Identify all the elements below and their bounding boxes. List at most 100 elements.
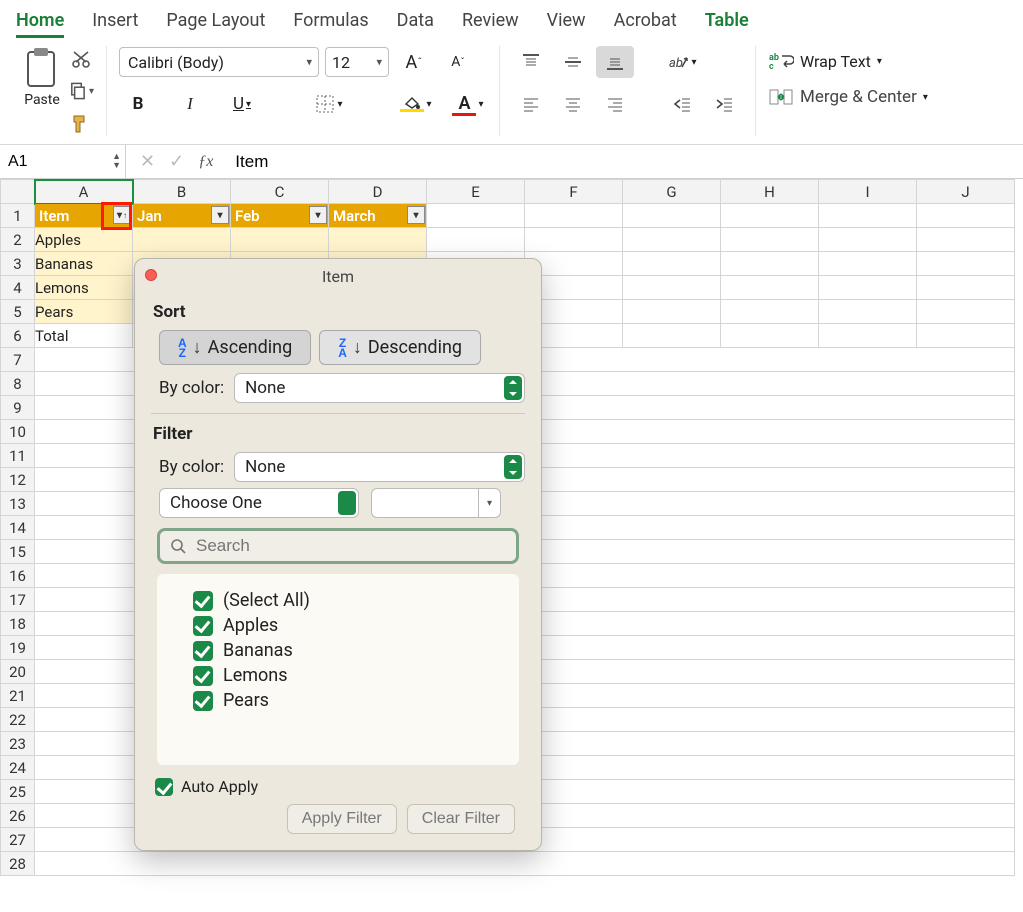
font-family-select[interactable]: Calibri (Body) ▾: [119, 47, 319, 77]
cell[interactable]: [721, 300, 819, 324]
align-right[interactable]: [596, 88, 634, 120]
filter-item[interactable]: Lemons: [193, 665, 509, 686]
sort-ascending-button[interactable]: AZ ↓ Ascending: [159, 330, 311, 365]
col-header-h[interactable]: H: [721, 180, 819, 204]
cell[interactable]: [819, 204, 917, 228]
col-header-f[interactable]: F: [525, 180, 623, 204]
row-header[interactable]: 2: [1, 228, 35, 252]
row-header[interactable]: 15: [1, 540, 35, 564]
cell[interactable]: [623, 324, 721, 348]
italic-button[interactable]: I: [171, 88, 209, 120]
apply-filter-button[interactable]: Apply Filter: [287, 804, 397, 834]
cell[interactable]: [721, 204, 819, 228]
filter-value-select[interactable]: ▾: [371, 488, 501, 518]
row-header[interactable]: 27: [1, 828, 35, 852]
row-header[interactable]: 24: [1, 756, 35, 780]
cell[interactable]: [623, 252, 721, 276]
cell[interactable]: [133, 228, 231, 252]
font-color-button[interactable]: A ▾: [449, 88, 487, 120]
tab-page-layout[interactable]: Page Layout: [166, 6, 265, 38]
cell[interactable]: [623, 204, 721, 228]
fx-icon[interactable]: ƒx: [198, 153, 213, 171]
row-header[interactable]: 26: [1, 804, 35, 828]
col-header-a[interactable]: A: [35, 180, 133, 204]
sort-by-color-select[interactable]: None: [234, 373, 525, 403]
col-header-g[interactable]: G: [623, 180, 721, 204]
filter-search[interactable]: [157, 528, 519, 564]
checkbox-icon[interactable]: [155, 778, 173, 796]
align-left[interactable]: [512, 88, 550, 120]
sort-descending-button[interactable]: ZA ↓ Descending: [319, 330, 481, 365]
cell[interactable]: [525, 228, 623, 252]
increase-indent[interactable]: [705, 88, 743, 120]
tab-insert[interactable]: Insert: [92, 6, 138, 38]
row-header[interactable]: 11: [1, 444, 35, 468]
tab-formulas[interactable]: Formulas: [293, 6, 368, 38]
cell[interactable]: [623, 228, 721, 252]
bold-button[interactable]: B: [119, 88, 157, 120]
row-header[interactable]: 5: [1, 300, 35, 324]
cut-icon[interactable]: [68, 46, 94, 72]
row-header[interactable]: 13: [1, 492, 35, 516]
cell[interactable]: [721, 252, 819, 276]
paste-button[interactable]: Paste: [22, 46, 62, 136]
cell[interactable]: [525, 204, 623, 228]
filter-icon[interactable]: ▾: [211, 206, 229, 224]
col-header-i[interactable]: I: [819, 180, 917, 204]
tab-view[interactable]: View: [547, 6, 586, 38]
row-header[interactable]: 23: [1, 732, 35, 756]
name-box[interactable]: ▲▼: [0, 145, 126, 179]
row-header[interactable]: 10: [1, 420, 35, 444]
tab-acrobat[interactable]: Acrobat: [614, 6, 677, 38]
cell[interactable]: Total: [35, 324, 133, 348]
table-header-march[interactable]: March▾: [329, 204, 427, 228]
select-all-corner[interactable]: [1, 180, 35, 204]
cell[interactable]: [721, 276, 819, 300]
close-icon[interactable]: [145, 269, 157, 281]
format-painter-icon[interactable]: [68, 110, 94, 136]
merge-center-button[interactable]: Merge & Center ▾: [768, 86, 928, 108]
row-header[interactable]: 25: [1, 780, 35, 804]
row-header[interactable]: 17: [1, 588, 35, 612]
row-header[interactable]: 8: [1, 372, 35, 396]
row-header[interactable]: 18: [1, 612, 35, 636]
row-header[interactable]: 21: [1, 684, 35, 708]
fill-color-button[interactable]: ▾: [397, 88, 435, 120]
cell[interactable]: [917, 324, 1015, 348]
align-center[interactable]: [554, 88, 592, 120]
tab-data[interactable]: Data: [397, 6, 434, 38]
row-header[interactable]: 4: [1, 276, 35, 300]
table-header-feb[interactable]: Feb▾: [231, 204, 329, 228]
name-box-input[interactable]: [6, 152, 86, 172]
row-header[interactable]: 6: [1, 324, 35, 348]
tab-home[interactable]: Home: [16, 6, 64, 38]
cell[interactable]: Pears: [35, 300, 133, 324]
cell[interactable]: [819, 300, 917, 324]
row-header[interactable]: 14: [1, 516, 35, 540]
row-header[interactable]: 22: [1, 708, 35, 732]
row-header[interactable]: 7: [1, 348, 35, 372]
table-header-item[interactable]: Item▾↑: [35, 204, 133, 228]
font-size-select[interactable]: 12 ▾: [325, 47, 389, 77]
filter-icon[interactable]: ▾: [309, 206, 327, 224]
cell[interactable]: Apples: [35, 228, 133, 252]
filter-search-input[interactable]: [194, 535, 506, 557]
row-header[interactable]: 3: [1, 252, 35, 276]
filter-item-select-all[interactable]: (Select All): [193, 590, 509, 611]
cell[interactable]: [917, 252, 1015, 276]
cell[interactable]: Lemons: [35, 276, 133, 300]
table-header-jan[interactable]: Jan▾: [133, 204, 231, 228]
row-header[interactable]: 19: [1, 636, 35, 660]
orientation-button[interactable]: ab ▾: [663, 46, 701, 78]
cell[interactable]: [819, 228, 917, 252]
filter-by-color-select[interactable]: None: [234, 452, 525, 482]
cell[interactable]: Bananas: [35, 252, 133, 276]
tab-table[interactable]: Table: [705, 6, 749, 38]
col-header-e[interactable]: E: [427, 180, 525, 204]
align-top[interactable]: [512, 46, 550, 78]
filter-item[interactable]: Apples: [193, 615, 509, 636]
cell[interactable]: [427, 228, 525, 252]
filter-item[interactable]: Bananas: [193, 640, 509, 661]
cell[interactable]: [917, 228, 1015, 252]
row-header[interactable]: 16: [1, 564, 35, 588]
